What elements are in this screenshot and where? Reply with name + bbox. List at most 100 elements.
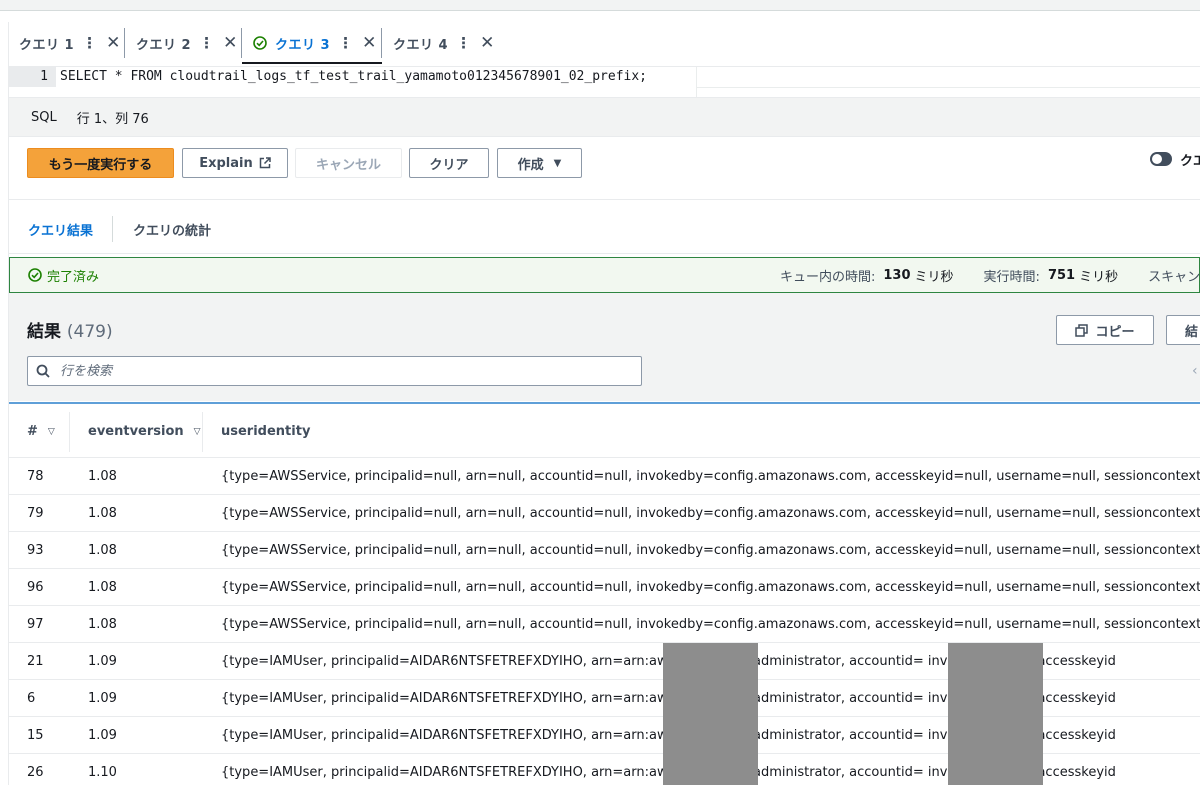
prev-page-icon[interactable]: ‹ <box>1192 363 1198 379</box>
cell-eventversion: 1.08 <box>88 506 117 521</box>
run-time-unit: ミリ秒 <box>1079 269 1119 285</box>
copy-icon <box>1075 323 1089 337</box>
search-input[interactable] <box>58 362 622 380</box>
section-divider <box>9 199 1200 200</box>
completed-label: 完了済み <box>47 269 100 285</box>
editor-guide-line <box>697 87 1200 88</box>
run-time-label: 実行時間: <box>983 269 1040 285</box>
tab-close-icon[interactable]: ✕ <box>106 33 120 53</box>
cell-useridentity: {type=AWSService, principalid=null, arn=… <box>221 580 1200 595</box>
cell-index: 97 <box>27 617 44 632</box>
editor-status-bar: SQL 行 1、列 76 <box>9 97 1200 137</box>
run-time-value: 751 <box>1047 267 1076 283</box>
tab-divider <box>381 28 382 58</box>
cell-eventversion: 1.08 <box>88 543 117 558</box>
clear-button[interactable]: クリア <box>409 148 489 178</box>
column-divider[interactable] <box>69 412 70 452</box>
cell-index: 26 <box>27 765 44 780</box>
row-search-field[interactable] <box>27 356 642 386</box>
cell-useridentity: {type=AWSService, principalid=null, arn=… <box>221 506 1200 521</box>
column-label: eventversion <box>88 424 184 439</box>
table-row[interactable]: 96 1.08 {type=AWSService, principalid=nu… <box>9 569 1200 606</box>
code-line[interactable]: SELECT * FROM cloudtrail_logs_tf_test_tr… <box>60 67 647 87</box>
cell-index: 93 <box>27 543 44 558</box>
run-again-button[interactable]: もう一度実行する <box>27 148 174 178</box>
result-tab-divider <box>112 216 113 242</box>
explain-label: Explain <box>199 155 253 171</box>
results-title: 結果 <box>27 322 61 342</box>
sort-icon[interactable]: ▽ <box>194 427 201 437</box>
cell-eventversion: 1.08 <box>88 469 117 484</box>
cell-useridentity: {type=AWSService, principalid=null, arn=… <box>221 617 1200 632</box>
column-label: useridentity <box>221 424 311 439</box>
success-check-icon <box>28 268 42 282</box>
caret-down-icon: ▼ <box>553 157 562 169</box>
query-tab-bar: クエリ 1 ⋮ ✕ クエリ 2 ⋮ ✕ クエリ 3 ⋮ ✕ クエリ 4 ⋮ ✕ <box>9 22 1200 64</box>
queue-time-label: キュー内の時間: <box>780 269 876 285</box>
results-count: (479) <box>66 322 113 342</box>
tab-label: クエリ 2 <box>136 37 192 53</box>
search-icon <box>36 364 50 378</box>
copy-button[interactable]: コピー <box>1056 315 1154 345</box>
tab-more-icon[interactable]: ⋮ <box>338 34 353 52</box>
line-number-gutter: 1 <box>9 67 56 87</box>
result-tabs-border <box>9 253 1200 254</box>
cancel-button[interactable]: キャンセル <box>295 148 402 178</box>
toggle-switch[interactable] <box>1150 152 1172 166</box>
tab-more-icon[interactable]: ⋮ <box>456 34 471 52</box>
results-panel: 結果 (479) コピー 結 ‹ <box>9 293 1200 401</box>
table-row[interactable]: 79 1.08 {type=AWSService, principalid=nu… <box>9 495 1200 532</box>
download-results-button[interactable]: 結 <box>1166 315 1200 345</box>
tab-more-icon[interactable]: ⋮ <box>82 34 97 52</box>
cell-eventversion: 1.09 <box>88 691 117 706</box>
tab-label: クエリ 1 <box>19 37 75 53</box>
cell-index: 21 <box>27 654 44 669</box>
cell-index: 6 <box>27 691 36 706</box>
toggle-label: クエ <box>1180 154 1200 169</box>
table-row[interactable]: 93 1.08 {type=AWSService, principalid=nu… <box>9 532 1200 569</box>
line-number: 1 <box>40 69 48 84</box>
cell-eventversion: 1.08 <box>88 580 117 595</box>
query-metrics: キュー内の時間: 130 ミリ秒 実行時間: 751 ミリ秒 スキャンし <box>780 258 1200 292</box>
column-header-index[interactable]: # ▽ <box>27 424 55 439</box>
tab-query-1[interactable]: クエリ 1 ⋮ ✕ <box>19 28 120 58</box>
redaction-block <box>663 643 758 785</box>
explain-button[interactable]: Explain <box>182 148 288 178</box>
tab-close-icon[interactable]: ✕ <box>362 33 376 53</box>
data-scanned-label: スキャンし <box>1148 269 1200 285</box>
tab-divider <box>124 28 125 58</box>
cell-eventversion: 1.08 <box>88 617 117 632</box>
cell-useridentity: {type=AWSService, principalid=null, arn=… <box>221 543 1200 558</box>
tab-query-2[interactable]: クエリ 2 ⋮ ✕ <box>136 28 237 58</box>
column-header-eventversion[interactable]: eventversion ▽ <box>88 424 201 439</box>
tab-query-stats[interactable]: クエリの統計 <box>133 220 211 239</box>
create-dropdown-button[interactable]: 作成 ▼ <box>497 148 582 178</box>
tab-label: クエリ 4 <box>393 37 449 53</box>
column-header-useridentity[interactable]: useridentity <box>221 424 310 439</box>
table-row[interactable]: 97 1.08 {type=AWSService, principalid=nu… <box>9 606 1200 643</box>
tab-query-3[interactable]: クエリ 3 ⋮ ✕ <box>253 28 376 58</box>
column-divider[interactable] <box>202 412 203 452</box>
language-indicator: SQL <box>31 109 57 125</box>
tab-query-results[interactable]: クエリ結果 <box>28 220 93 239</box>
tab-divider <box>241 28 242 58</box>
cell-eventversion: 1.09 <box>88 654 117 669</box>
completed-status: 完了済み <box>28 266 99 285</box>
copy-label: コピー <box>1095 324 1135 340</box>
cell-index: 15 <box>27 728 44 743</box>
tab-more-icon[interactable]: ⋮ <box>199 34 214 52</box>
table-header: # ▽ eventversion ▽ useridentity <box>9 402 1200 458</box>
tab-close-icon[interactable]: ✕ <box>480 33 494 53</box>
sql-editor[interactable]: 1 SELECT * FROM cloudtrail_logs_tf_test_… <box>9 66 1200 97</box>
create-label: 作成 <box>517 157 544 173</box>
tab-close-icon[interactable]: ✕ <box>223 33 237 53</box>
results-heading: 結果 (479) <box>27 317 113 342</box>
queue-time-unit: ミリ秒 <box>914 269 954 285</box>
cell-eventversion: 1.09 <box>88 728 117 743</box>
cell-index: 79 <box>27 506 44 521</box>
table-row[interactable]: 78 1.08 {type=AWSService, principalid=nu… <box>9 458 1200 495</box>
status-banner: 完了済み キュー内の時間: 130 ミリ秒 実行時間: 751 ミリ秒 スキャン… <box>9 257 1200 293</box>
tab-query-4[interactable]: クエリ 4 ⋮ ✕ <box>393 28 494 58</box>
sort-icon[interactable]: ▽ <box>48 427 55 437</box>
cell-index: 96 <box>27 580 44 595</box>
